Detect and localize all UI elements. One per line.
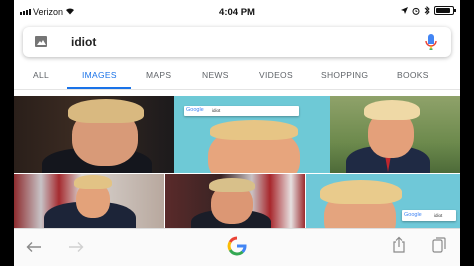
phone-screen: Verizon 4:04 PM idiot ALL IMAGES MAPS NE… [14, 0, 460, 266]
image-result[interactable] [14, 174, 164, 228]
bottom-toolbar [14, 228, 460, 266]
google-logo: Google [186, 107, 204, 113]
share-icon[interactable] [392, 236, 406, 254]
search-query[interactable]: idiot [71, 35, 96, 49]
image-result[interactable] [330, 96, 460, 173]
image-result[interactable]: Google idiot [174, 96, 330, 173]
google-g-logo[interactable] [226, 235, 248, 257]
search-box[interactable]: idiot [23, 27, 451, 57]
back-arrow-icon[interactable] [26, 241, 42, 253]
active-tab-indicator [67, 87, 131, 89]
image-result[interactable] [14, 96, 174, 173]
image-search-icon[interactable] [35, 36, 47, 47]
clock: 4:04 PM [219, 7, 255, 18]
tab-images[interactable]: IMAGES [82, 70, 117, 80]
search-query: idiot [212, 108, 221, 113]
battery-icon [434, 6, 456, 15]
tab-videos[interactable]: VIDEOS [259, 70, 293, 80]
tab-all[interactable]: ALL [33, 70, 49, 80]
tab-maps[interactable]: MAPS [146, 70, 171, 80]
tabs-icon[interactable] [432, 237, 446, 253]
search-tabs: ALL IMAGES MAPS NEWS VIDEOS SHOPPING BOO… [14, 62, 460, 90]
forward-arrow-icon[interactable] [68, 241, 84, 253]
search-query: idiot [434, 213, 443, 218]
status-bar: Verizon 4:04 PM [14, 0, 460, 24]
location-icon [401, 7, 408, 14]
tab-shopping[interactable]: SHOPPING [321, 70, 368, 80]
image-result[interactable] [165, 174, 305, 228]
image-result[interactable]: Google idiot [306, 174, 460, 228]
microphone-icon[interactable] [423, 33, 439, 51]
tab-books[interactable]: BOOKS [397, 70, 429, 80]
bluetooth-icon [424, 6, 430, 15]
alarm-icon [412, 7, 420, 15]
google-logo: Google [404, 212, 422, 218]
tab-news[interactable]: NEWS [202, 70, 229, 80]
